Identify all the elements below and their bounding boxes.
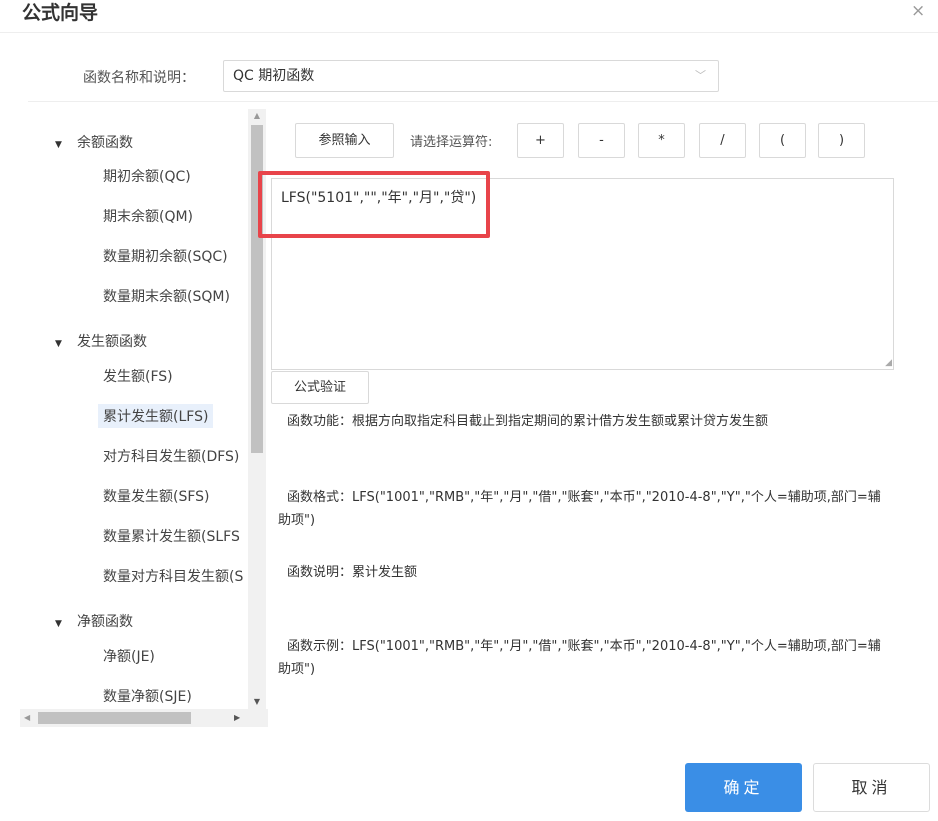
scroll-right-icon[interactable]: ▶ (234, 709, 240, 727)
panel-divider (28, 101, 938, 102)
tree-item-sqc[interactable]: 数量期初余额(SQC) (103, 246, 228, 266)
desc-example-line2: 助项") (278, 662, 316, 677)
desc-function: 函数功能：根据方向取指定科目截止到指定期间的累计借方发生额或累计贷方发生额 (287, 414, 769, 429)
caret-down-icon[interactable]: ▼ (55, 619, 77, 629)
desc-format-line1: 函数格式：LFS("1001","RMB","年","月","借","账套","… (287, 490, 881, 505)
chevron-down-icon: ﹀ (695, 69, 706, 82)
tree-item-qc[interactable]: 期初余额(QC) (103, 166, 191, 186)
desc-explain: 函数说明：累计发生额 (287, 565, 418, 580)
operator-label: 请选择运算符: (410, 135, 493, 150)
tree-item-je[interactable]: 净额(JE) (103, 646, 155, 666)
scroll-thumb[interactable] (38, 712, 191, 724)
caret-down-icon[interactable]: ▼ (55, 140, 77, 150)
tree-item-lfs[interactable]: 累计发生额(LFS) (98, 404, 214, 428)
scroll-left-icon[interactable]: ◀ (24, 709, 30, 727)
tree-group-amount[interactable]: ▼ 发生额函数 (55, 331, 147, 351)
desc-example-line1: 函数示例：LFS("1001","RMB","年","月","借","账套","… (287, 639, 881, 654)
tree-item-sfs[interactable]: 数量发生额(SFS) (103, 486, 210, 506)
cancel-button[interactable]: 取消 (813, 763, 930, 812)
operator-rparen-button[interactable]: ) (818, 123, 865, 158)
function-tree: ▼ 余额函数 期初余额(QC) 期末余额(QM) 数量期初余额(SQC) 数量期末… (20, 109, 268, 709)
tree-item-sdfs[interactable]: 数量对方科目发生额(S (103, 566, 243, 586)
scroll-down-icon[interactable]: ▼ (248, 695, 266, 709)
caret-down-icon[interactable]: ▼ (55, 339, 77, 349)
ok-button[interactable]: 确定 (685, 763, 802, 812)
verify-formula-button[interactable]: 公式验证 (271, 371, 369, 404)
operator-plus-button[interactable]: + (517, 123, 564, 158)
dialog-title: 公式向导 (22, 2, 99, 24)
function-select-label: 函数名称和说明： (83, 70, 195, 86)
tree-item-sqm[interactable]: 数量期末余额(SQM) (103, 286, 230, 306)
tree-group-balance[interactable]: ▼ 余额函数 (55, 132, 133, 152)
tree-item-qm[interactable]: 期末余额(QM) (103, 206, 193, 226)
tree-group-net[interactable]: ▼ 净额函数 (55, 611, 133, 631)
desc-format-line2: 助项") (278, 513, 316, 528)
tree-item-fs[interactable]: 发生额(FS) (103, 366, 173, 386)
scroll-up-icon[interactable]: ▲ (248, 109, 266, 123)
tree-item-dfs[interactable]: 对方科目发生额(DFS) (103, 446, 239, 466)
tree-item-sje[interactable]: 数量净额(SJE) (103, 686, 192, 706)
title-divider (0, 32, 938, 33)
operator-minus-button[interactable]: - (578, 123, 625, 158)
operator-lparen-button[interactable]: ( (759, 123, 806, 158)
resize-grip-icon[interactable]: ◢ (885, 358, 892, 368)
tree-item-slfs[interactable]: 数量累计发生额(SLFS (103, 526, 240, 546)
operator-multiply-button[interactable]: * (638, 123, 685, 158)
function-select-value: QC 期初函数 (233, 68, 315, 84)
ref-input-button[interactable]: 参照输入 (295, 123, 394, 158)
operator-divide-button[interactable]: / (699, 123, 746, 158)
close-icon[interactable]: × (911, 1, 925, 21)
highlight-box (258, 171, 490, 238)
function-select[interactable]: QC 期初函数 ﹀ (223, 60, 719, 92)
tree-horizontal-scrollbar[interactable]: ◀ ▶ (20, 709, 268, 727)
